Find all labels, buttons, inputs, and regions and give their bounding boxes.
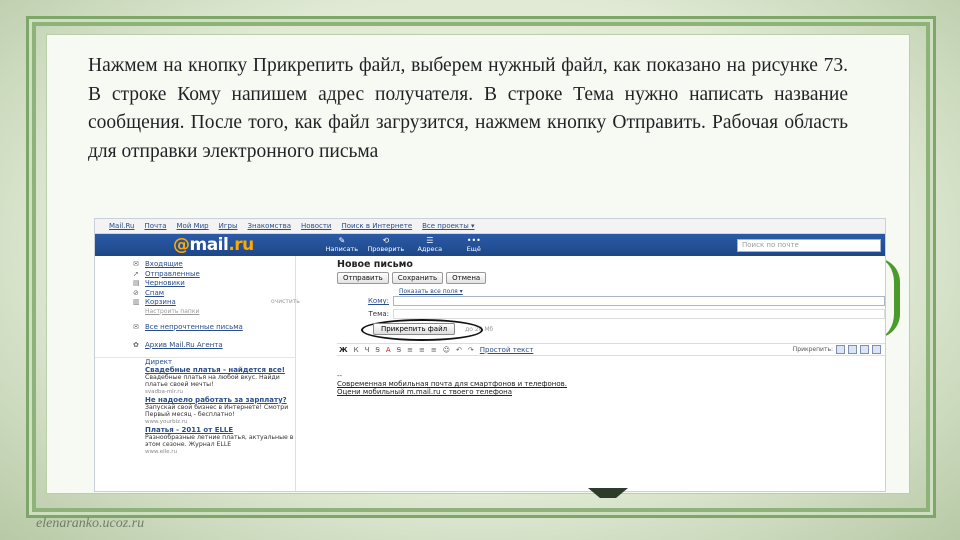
ad-url[interactable]: www.yourbiz.ru [95,419,295,426]
subject-field[interactable] [393,309,885,319]
agent-archive-link[interactable]: ✿ Архив Mail.Ru Агента [95,341,295,349]
ad-title[interactable]: Платья - 2011 от ELLE [95,426,295,434]
send-button[interactable]: Отправить [337,272,389,284]
to-label[interactable]: Кому: [337,297,393,305]
unread-messages-link[interactable]: ✉ Все непрочтенные письма [95,323,295,331]
ad-text: Разнообразные летние платья, актуальные … [145,433,294,449]
ad-title[interactable]: Не надоело работать за зарплату? [95,396,295,404]
folder-drafts[interactable]: ▤ Черновики [95,279,295,289]
plain-text-link[interactable]: Простой текст [480,346,534,354]
compose-title: Новое письмо [337,259,413,270]
undo-icon[interactable]: ↶ [456,346,462,354]
topbar-link[interactable]: Mail.Ru [109,222,134,230]
format-toolbar: Ж К Ч Ꞩ A Ꞩ ≡ ≡ ≡ ☺ ↶ ↷ Простой текст Пр… [337,343,885,356]
topbar-link[interactable]: Мой Мир [177,222,209,230]
underline-button[interactable]: Ч [365,346,370,354]
more-icon: ••• [466,236,481,245]
folder-inbox[interactable]: ✉ Входящие [95,260,295,270]
footer-url: elenaranko.ucoz.ru [36,516,145,531]
topbar-link[interactable]: Знакомства [248,222,292,230]
compose-button[interactable]: ✎ Написать [320,236,364,254]
folder-spam[interactable]: ⊘ Спам [95,289,295,299]
compose-panel: Новое письмо Отправить Сохранить Отмена … [337,256,885,491]
topbar-link[interactable]: Поиск в Интернете [341,222,412,230]
spam-icon: ⊘ [133,288,139,297]
save-button[interactable]: Сохранить [391,272,444,284]
compose-toolbar: Отправить Сохранить Отмена [337,272,885,284]
mail-logo[interactable]: @mail.ru [173,235,254,255]
folder-sent[interactable]: ➚ Отправленные [95,270,295,280]
draft-icon: ▤ [133,279,140,287]
attach-photo-icon[interactable] [836,345,845,354]
ad-text: Свадебные платья на любой вкус. Найди пл… [145,373,280,389]
italic-button[interactable]: К [354,346,359,354]
agent-icon: ✿ [133,340,139,349]
topbar-link[interactable]: Игры [219,222,238,230]
topbar-link[interactable]: Все проекты ▾ [422,222,474,230]
attach-file-button[interactable]: Прикрепить файл [373,323,456,335]
folder-trash[interactable]: ▥ Корзина очистить [95,298,300,308]
ad-url[interactable]: svadba-mir.ru [95,389,295,396]
attach-doc-icon[interactable] [848,345,857,354]
smiley-icon[interactable]: ☺ [443,346,450,354]
mail-header: @mail.ru ✎ Написать ⟲ Проверить ☰ Адреса ••… [95,234,885,256]
sent-icon: ➚ [133,269,139,278]
refresh-icon: ⟲ [382,236,390,245]
ad-title[interactable]: Свадебные платья - найдется все! [95,366,295,374]
to-field[interactable] [393,296,885,306]
bold-button[interactable]: Ж [339,346,348,354]
subject-label: Тема: [368,310,389,318]
slide-paragraph: Нажмем на кнопку Прикрепить файл, выбере… [88,55,848,162]
align-left-button[interactable]: ≡ [407,346,413,354]
bg-color-button[interactable]: Ꞩ [397,346,401,354]
redo-icon[interactable]: ↷ [468,346,474,354]
pencil-icon: ✎ [338,236,346,245]
signature-separator: -- [337,372,343,380]
align-right-button[interactable]: ≡ [431,346,437,354]
ad-url[interactable]: www.elle.ru [95,449,295,456]
check-mail-button[interactable]: ⟲ Проверить [364,236,408,254]
setup-folders-link[interactable]: Настроить папки [95,308,295,315]
contacts-button[interactable]: ☰ Адреса [408,236,452,254]
strike-button[interactable]: Ꞩ [375,346,379,354]
mail-search-input[interactable]: Поиск по почте [737,239,881,252]
align-center-button[interactable]: ≡ [419,346,425,354]
message-body[interactable]: -- Современная мобильная почта для смарт… [337,372,885,396]
topbar-link[interactable]: Новости [301,222,331,230]
envelope-icon: ✉ [133,260,139,268]
folder-sidebar: ✉ Входящие ➚ Отправленные ▤ Черновики ⊘ Спам… [95,256,300,491]
attach-postcard-icon[interactable] [860,345,869,354]
mail-stack-icon: ✉ [133,322,139,331]
attach-more-label: Прикрепить: [792,346,833,353]
more-button[interactable]: ••• Ещё [452,236,496,254]
signature-line[interactable]: Современная мобильная почта для смартфон… [337,380,885,388]
address-book-icon: ☰ [426,236,434,245]
show-all-fields-link[interactable]: Показать все поля ▾ [399,288,885,295]
empty-trash-link[interactable]: очистить [271,298,300,305]
cancel-button[interactable]: Отмена [446,272,487,284]
topbar-link[interactable]: Почта [144,222,166,230]
portal-topbar: Mail.Ru Почта Мой Мир Игры Знакомства Но… [95,219,885,234]
signature-line[interactable]: Оцени мобильный m.mail.ru с твоего телеф… [337,388,885,396]
direct-ads-label: Директ [95,356,295,366]
text-color-button[interactable]: A [386,346,391,354]
trash-icon: ▥ [133,298,140,306]
mail-screenshot: Mail.Ru Почта Мой Мир Игры Знакомства Но… [94,218,886,492]
attach-video-icon[interactable] [872,345,881,354]
ad-text: Запускай свой бизнес в Интернете! Смотри… [145,403,289,419]
